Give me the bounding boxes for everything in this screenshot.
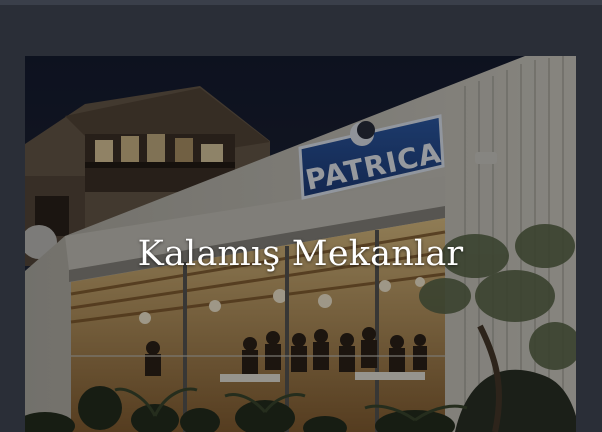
card-title[interactable]: Kalamış Mekanlar bbox=[25, 234, 576, 274]
top-bar bbox=[0, 0, 602, 5]
category-card[interactable]: PATRICA Kalamış Mekanlar bbox=[25, 56, 576, 432]
